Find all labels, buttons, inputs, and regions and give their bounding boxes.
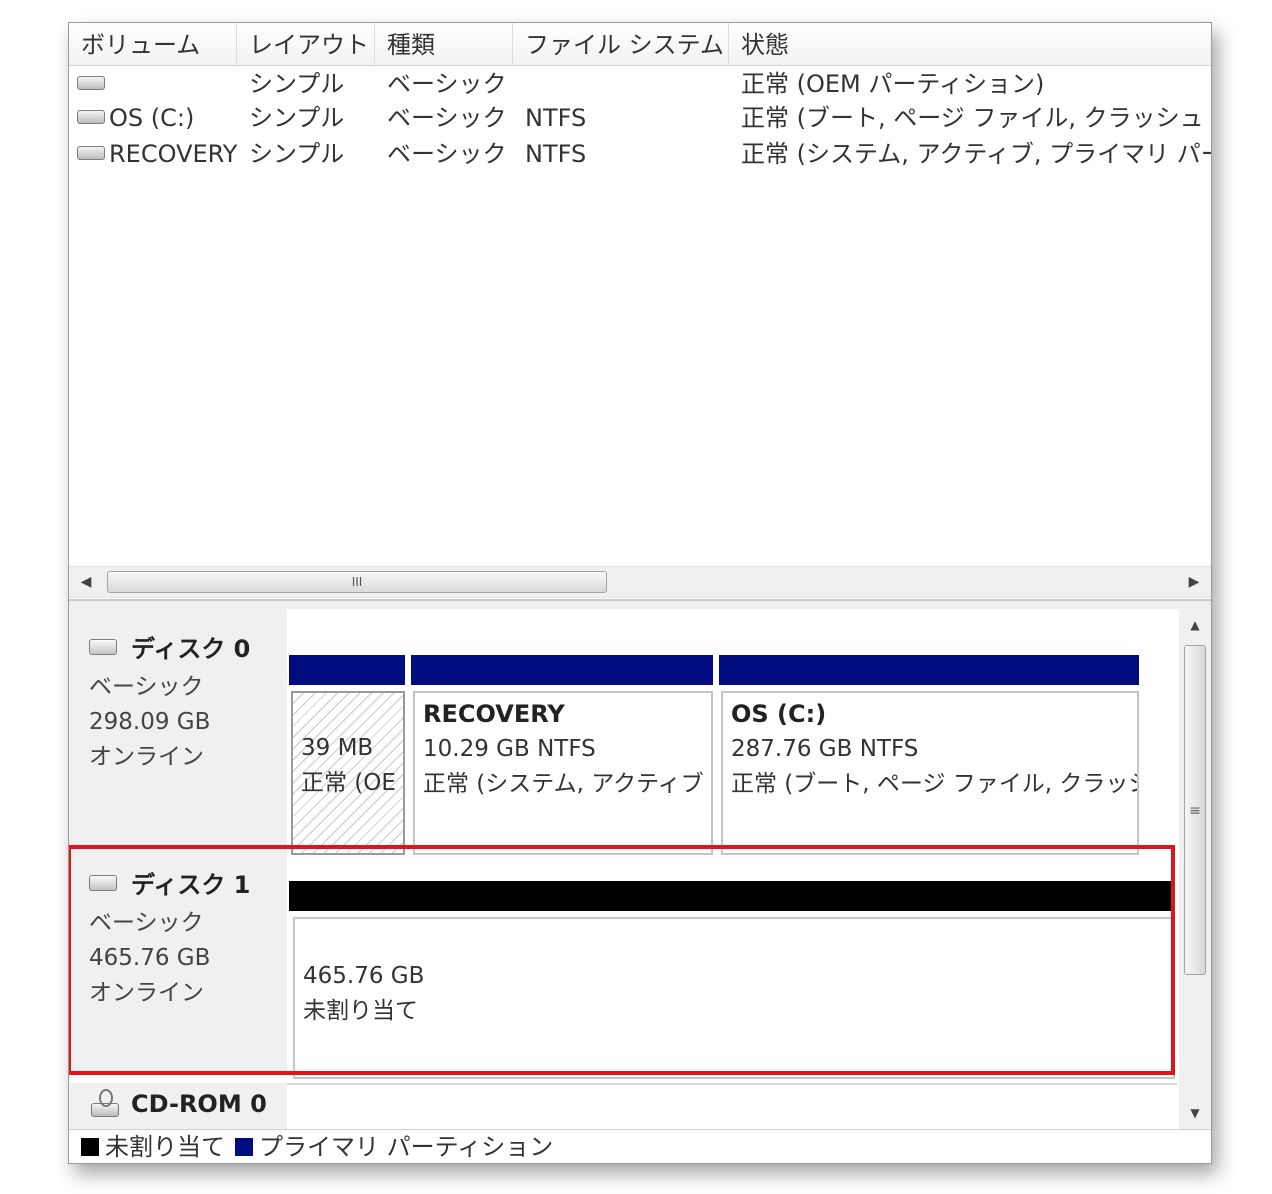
oem-partition[interactable]: 39 MB 正常 (OE: [291, 691, 405, 855]
legend-label: 未割り当て: [105, 1132, 225, 1161]
disk-size: 298.09 GB: [89, 709, 211, 735]
partition-name: OS (C:): [731, 700, 827, 728]
disk-state: オンライン: [89, 744, 204, 770]
layout-cell: シンプル: [249, 140, 345, 168]
volume-cell: OS (C:): [77, 100, 237, 136]
legend: 未割り当て プライマリ パーティション: [69, 1129, 1211, 1163]
unallocated-swatch: [81, 1137, 99, 1156]
horizontal-scrollbar[interactable]: ◀ III ▶: [69, 566, 1211, 598]
volume-row[interactable]: OS (C:) シンプル ベーシック NTFS 正常 (ブート, ページ ファイ…: [69, 100, 1211, 136]
volume-list-header: ボリューム レイアウト 種類 ファイル システム 状態: [69, 23, 1211, 66]
legend-label: プライマリ パーティション: [259, 1132, 554, 1161]
disk-name: ディスク 0: [131, 635, 251, 663]
type-cell: ベーシック: [387, 104, 507, 132]
scroll-grip-icon: ≡: [1189, 803, 1201, 819]
row-divider: [287, 1083, 1177, 1085]
volume-row[interactable]: シンプル ベーシック 正常 (OEM パーティション): [69, 66, 1211, 102]
disk-graphical-view: ディスク 0 ベーシック 298.09 GB オンライン 39 MB 正常 (O…: [69, 609, 1211, 1129]
recovery-partition[interactable]: RECOVERY 10.29 GB NTFS 正常 (システム, アクティブ: [413, 691, 713, 855]
layout-cell: シンプル: [249, 70, 345, 98]
partition-status: 正常 (ブート, ページ ファイル, クラッシ: [731, 771, 1139, 797]
partition-size: 10.29 GB NTFS: [423, 736, 596, 762]
scroll-up-arrow-icon[interactable]: ▲: [1179, 611, 1211, 639]
status-cell: 正常 (OEM パーティション): [741, 70, 1045, 98]
volume-icon: [77, 146, 105, 160]
layout-cell: シンプル: [249, 104, 345, 132]
partition-status: 正常 (システム, アクティブ: [423, 771, 704, 797]
cd-drive-icon: [89, 1089, 119, 1119]
column-header-type[interactable]: 種類: [375, 23, 513, 65]
disk-1-highlight-frame: [69, 845, 1175, 1075]
horizontal-scroll-thumb[interactable]: III: [107, 571, 607, 593]
volume-cell: RECOVERY: [77, 136, 237, 172]
cdrom-name-row: CD-ROM 0: [89, 1089, 287, 1119]
column-header-filesystem[interactable]: ファイル システム: [513, 23, 729, 65]
volume-name: RECOVERY: [109, 140, 237, 168]
disk-0-label[interactable]: ディスク 0 ベーシック 298.09 GB オンライン: [69, 609, 287, 845]
type-cell: ベーシック: [387, 70, 507, 98]
disk-name: CD-ROM 0: [131, 1090, 267, 1118]
primary-partition-bar: [289, 655, 405, 685]
volume-icon: [77, 76, 105, 90]
scroll-right-arrow-icon[interactable]: ▶: [1179, 567, 1209, 597]
partition-size: 39 MB: [301, 735, 374, 761]
pane-splitter[interactable]: [69, 599, 1211, 609]
cdrom-0-label[interactable]: CD-ROM 0: [69, 1083, 287, 1129]
column-header-volume[interactable]: ボリューム: [69, 23, 237, 65]
disk-0-name-row: ディスク 0: [89, 629, 287, 664]
disk-management-window: ボリューム レイアウト 種類 ファイル システム 状態 シンプル ベーシック 正…: [68, 22, 1212, 1164]
primary-partition-bar: [719, 655, 1139, 685]
scroll-grip-icon: III: [351, 575, 363, 589]
column-header-status[interactable]: 状態: [729, 23, 1211, 65]
volume-name: OS (C:): [109, 104, 195, 132]
disk-0-partitions: 39 MB 正常 (OE RECOVERY 10.29 GB NTFS 正常 (…: [287, 655, 1177, 855]
disk-kind: ベーシック: [89, 674, 204, 700]
primary-partition-swatch: [235, 1137, 253, 1156]
volume-row[interactable]: RECOVERY シンプル ベーシック NTFS 正常 (システム, アクティブ…: [69, 136, 1211, 172]
primary-partition-bar: [411, 655, 713, 685]
column-header-layout[interactable]: レイアウト: [237, 23, 375, 65]
scroll-left-arrow-icon[interactable]: ◀: [71, 567, 101, 597]
volume-list: シンプル ベーシック 正常 (OEM パーティション) OS (C:) シンプル…: [69, 66, 1211, 566]
legend-item-unallocated: 未割り当て: [81, 1130, 225, 1164]
hard-disk-icon: [89, 638, 117, 655]
partition-size: 287.76 GB NTFS: [731, 736, 919, 762]
status-cell: 正常 (ブート, ページ ファイル, クラッシュ ダ: [741, 104, 1211, 132]
volume-cell: [77, 66, 237, 102]
partition-status: 正常 (OE: [301, 770, 396, 796]
vertical-scrollbar[interactable]: ▲ ≡ ▼: [1179, 609, 1211, 1129]
scroll-down-arrow-icon[interactable]: ▼: [1179, 1099, 1211, 1127]
filesystem-cell: NTFS: [525, 140, 587, 168]
os-c-partition[interactable]: OS (C:) 287.76 GB NTFS 正常 (ブート, ページ ファイル…: [721, 691, 1139, 855]
filesystem-cell: NTFS: [525, 104, 587, 132]
legend-item-primary: プライマリ パーティション: [235, 1130, 553, 1164]
status-cell: 正常 (システム, アクティブ, プライマリ パー: [741, 140, 1211, 168]
volume-icon: [77, 110, 105, 124]
vertical-scroll-thumb[interactable]: ≡: [1184, 645, 1206, 975]
type-cell: ベーシック: [387, 140, 507, 168]
partition-name: RECOVERY: [423, 700, 565, 728]
